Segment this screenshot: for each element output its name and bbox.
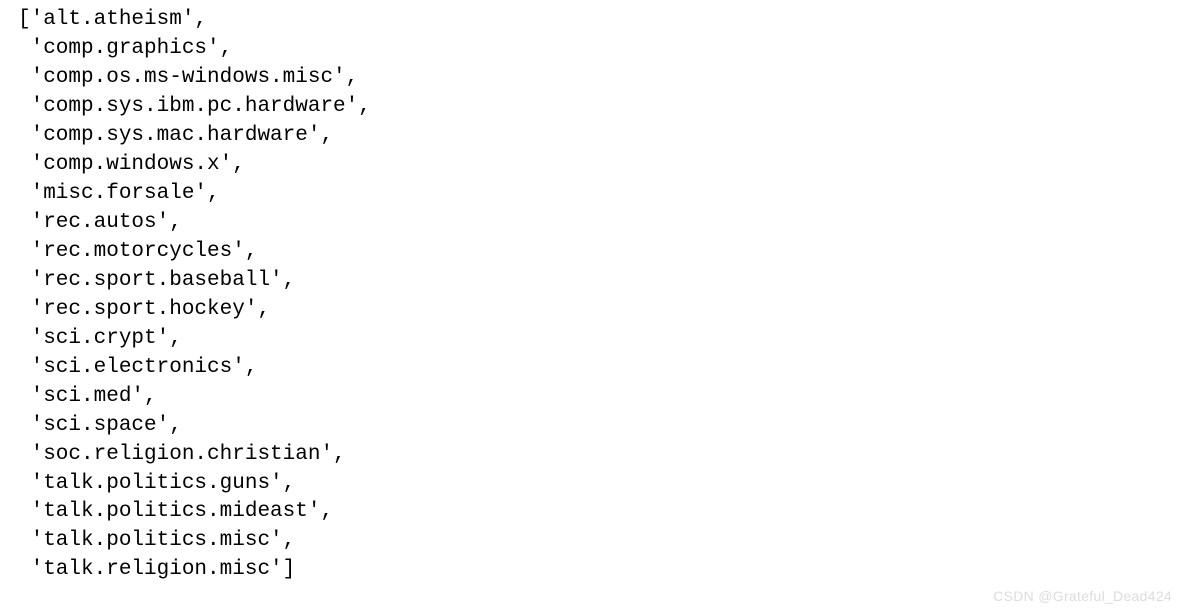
csdn-watermark: CSDN @Grateful_Dead424 <box>993 587 1172 606</box>
python-list-output: ['alt.atheism', 'comp.graphics', 'comp.o… <box>0 0 1184 585</box>
